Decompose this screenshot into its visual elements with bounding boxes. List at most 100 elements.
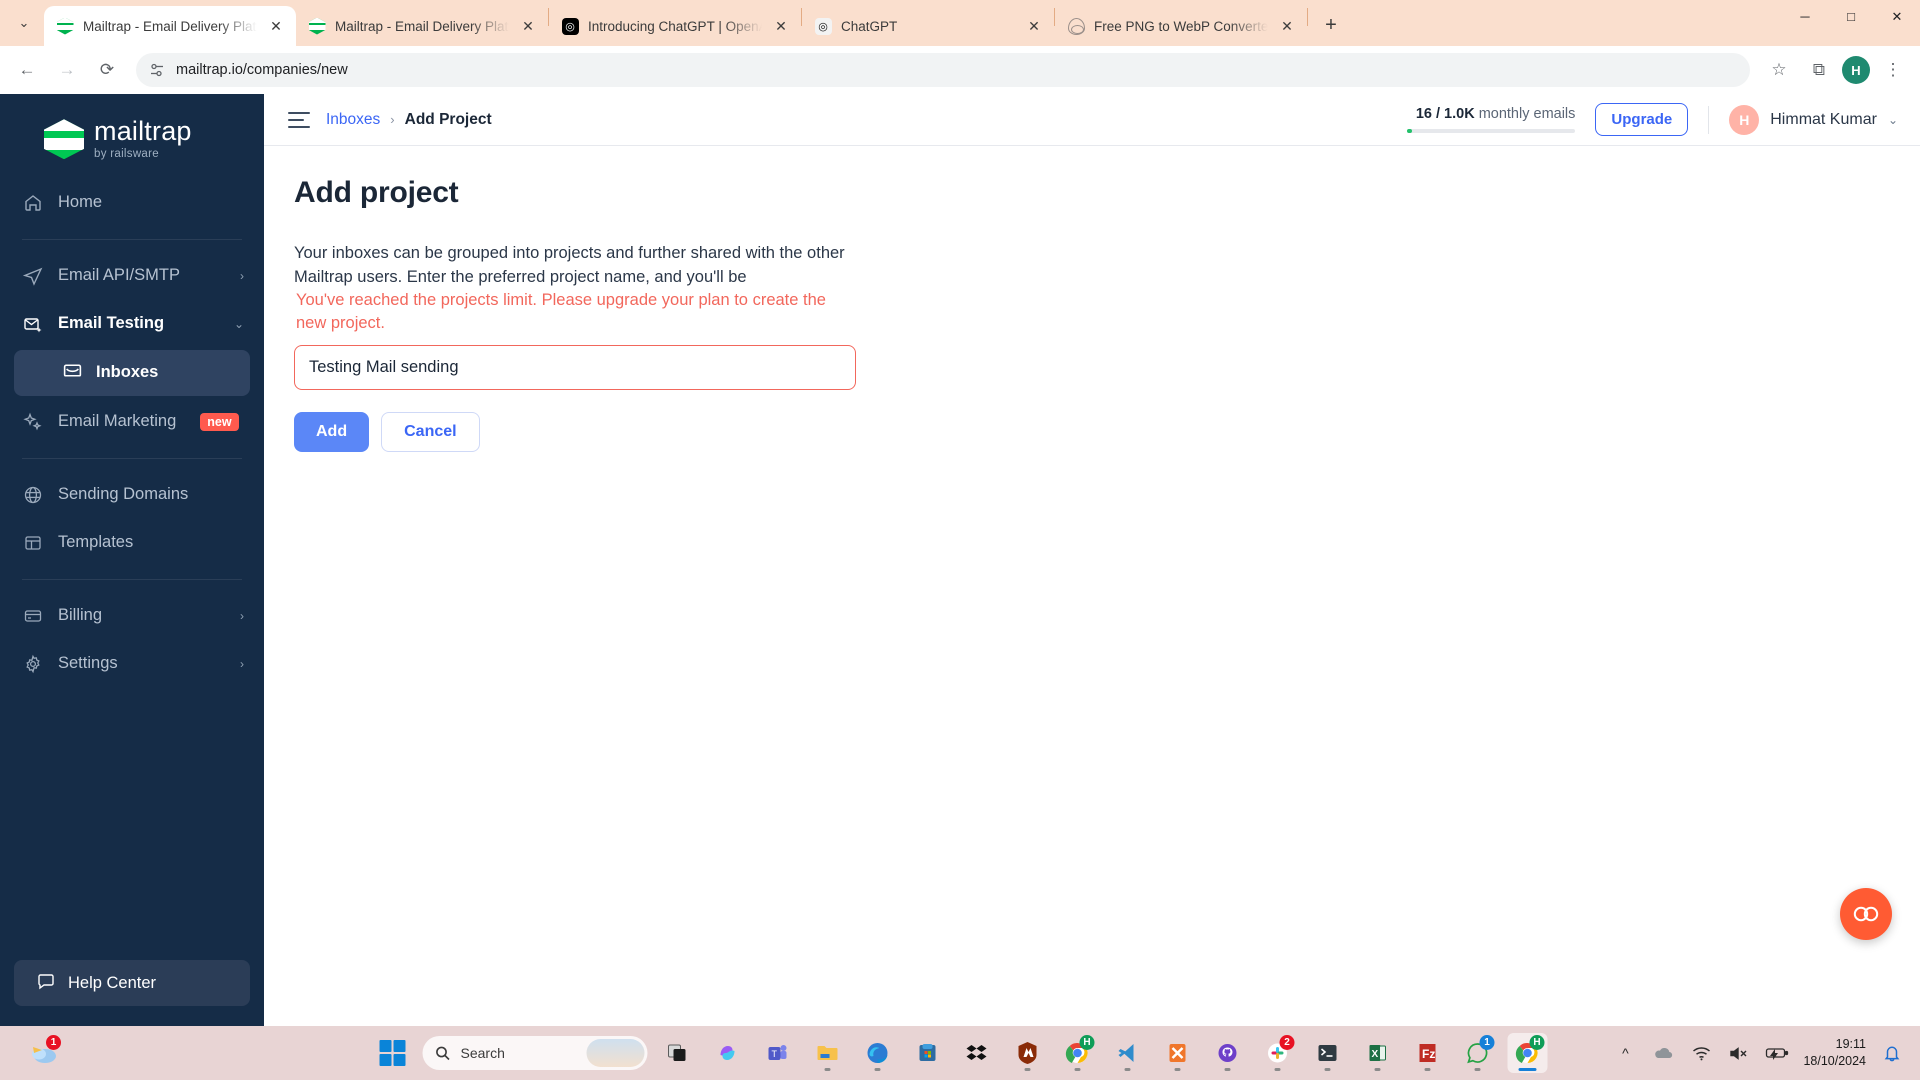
github-desktop-icon[interactable] [1208,1033,1248,1073]
windows-start-icon[interactable] [373,1033,413,1073]
support-chat-icon[interactable] [1840,888,1892,940]
upgrade-button[interactable]: Upgrade [1595,103,1689,136]
close-window-button[interactable]: ✕ [1874,0,1920,33]
reload-button[interactable]: ⟳ [90,53,124,87]
browser-profile-avatar[interactable]: H [1842,56,1870,84]
mailtrap-favicon [308,17,326,35]
help-center-button[interactable]: Help Center [14,960,250,1006]
whatsapp-icon[interactable]: 1 [1458,1033,1498,1073]
search-input[interactable]: Search [422,1036,648,1070]
taskbar-weather[interactable]: 1 [10,1033,180,1073]
tab-strip: ⌄ Mailtrap - Email Delivery Platfo ✕ Mai… [0,0,1920,46]
filezilla-icon[interactable]: Fz [1408,1033,1448,1073]
tab-title: Mailtrap - Email Delivery Platfo [83,18,257,34]
close-icon[interactable]: ✕ [1277,16,1297,36]
help-center-label: Help Center [68,973,157,992]
quota-text: 16 / 1.0K monthly emails [1407,106,1576,122]
tab-title: Free PNG to WebP Converter O [1094,18,1268,34]
vscode-icon[interactable] [1108,1033,1148,1073]
back-button[interactable]: ← [10,53,44,87]
new-tab-button[interactable]: + [1314,8,1348,42]
system-tray: ^ 19:11 18/10/2024 [1613,1036,1910,1070]
edge-icon[interactable] [858,1033,898,1073]
project-name-input[interactable] [294,345,856,391]
sidebar-item-home[interactable]: Home [0,179,264,227]
task-view-icon[interactable] [658,1033,698,1073]
sidebar-item-email-testing[interactable]: Email Testing ⌄ [0,300,264,348]
chevron-right-icon: › [240,268,244,283]
close-icon[interactable]: ✕ [518,16,538,36]
hamburger-icon[interactable] [288,111,310,128]
nord-icon[interactable] [1008,1033,1048,1073]
microsoft-store-icon[interactable] [908,1033,948,1073]
browser-tab-5[interactable]: Free PNG to WebP Converter O ✕ [1055,6,1307,46]
page-content: mailtrap by railsware Home Email API/SMT… [0,94,1920,1026]
svg-text:T: T [772,1049,778,1059]
slack-icon[interactable]: 2 [1258,1033,1298,1073]
file-explorer-icon[interactable] [808,1033,848,1073]
minimize-button[interactable]: ─ [1782,0,1828,33]
teams-icon[interactable]: T [758,1033,798,1073]
sidebar-item-settings[interactable]: Settings › [0,640,264,688]
xampp-icon[interactable] [1158,1033,1198,1073]
status-badge: new [200,412,239,431]
browser-tab-2[interactable]: Mailtrap - Email Delivery Platfor ✕ [296,6,548,46]
volume-muted-icon[interactable] [1727,1041,1751,1065]
openai-favicon: ◎ [814,17,832,35]
globe-icon [22,484,44,506]
bookmark-icon[interactable]: ☆ [1762,53,1796,87]
onedrive-icon[interactable] [1651,1041,1675,1065]
tab-search-icon[interactable]: ⌄ [11,10,37,36]
sidebar-item-label: Email Testing [58,314,165,332]
chrome-icon[interactable]: H [1058,1033,1098,1073]
wifi-icon[interactable] [1689,1041,1713,1065]
extensions-icon[interactable]: ⧉ [1802,53,1836,87]
add-button[interactable]: Add [294,412,370,453]
copilot-icon[interactable] [708,1033,748,1073]
taskbar-clock[interactable]: 19:11 18/10/2024 [1803,1036,1866,1070]
maximize-button[interactable]: □ [1828,0,1874,33]
app-topbar: Inboxes › Add Project 16 / 1.0K monthly … [264,94,1920,146]
chrome-active-icon[interactable]: H [1507,1033,1548,1073]
terminal-icon[interactable] [1308,1033,1348,1073]
sidebar-item-templates[interactable]: Templates [0,519,264,567]
close-icon[interactable]: ✕ [1024,16,1044,36]
browser-tab-1[interactable]: Mailtrap - Email Delivery Platfo ✕ [44,6,296,46]
dropbox-icon[interactable] [958,1033,998,1073]
tray-overflow-icon[interactable]: ^ [1613,1041,1637,1065]
weather-icon[interactable]: 1 [24,1033,64,1073]
windows-taskbar: 1 Search T H 2 X Fz 1 H ^ 19:11 18/10/20… [0,1026,1920,1080]
sidebar-item-label: Sending Domains [58,485,189,503]
excel-icon[interactable]: X [1358,1033,1398,1073]
cancel-button[interactable]: Cancel [381,412,480,453]
browser-tab-3[interactable]: ◎ Introducing ChatGPT | OpenAI ✕ [549,6,801,46]
weather-badge: 1 [46,1035,61,1050]
home-icon [22,192,44,214]
sidebar-item-billing[interactable]: Billing › [0,592,264,640]
mailtrap-logo-icon [44,119,84,159]
browser-tab-4[interactable]: ◎ ChatGPT ✕ [802,6,1054,46]
forward-button[interactable]: → [50,53,84,87]
bell-icon[interactable] [1880,1041,1904,1065]
quota-label: monthly emails [1474,106,1576,122]
close-icon[interactable]: ✕ [266,16,286,36]
address-bar[interactable]: mailtrap.io/companies/new [136,53,1750,87]
clock-time: 19:11 [1835,1037,1866,1052]
search-placeholder: Search [460,1045,505,1061]
sidebar-item-email-api-smtp[interactable]: Email API/SMTP › [0,252,264,300]
sidebar-item-inboxes[interactable]: Inboxes [14,349,250,396]
sidebar-item-email-marketing[interactable]: Email Marketing new [0,398,264,446]
close-icon[interactable]: ✕ [771,16,791,36]
breadcrumb-inboxes-link[interactable]: Inboxes [326,111,380,129]
chrome-menu-icon[interactable]: ⋮ [1876,53,1910,87]
user-menu[interactable]: H Himmat Kumar ⌄ [1729,104,1898,135]
site-settings-icon[interactable] [148,62,165,79]
chat-icon [36,971,56,996]
email-test-icon [22,313,44,335]
battery-icon[interactable] [1765,1041,1789,1065]
breadcrumb: Inboxes › Add Project [326,111,492,129]
sidebar-nav: Home Email API/SMTP › Email Testing ⌄ In… [0,179,264,688]
sidebar-item-sending-domains[interactable]: Sending Domains [0,471,264,519]
chrome-profile-badge: H [1529,1035,1545,1050]
mailtrap-logo[interactable]: mailtrap by railsware [0,94,264,179]
